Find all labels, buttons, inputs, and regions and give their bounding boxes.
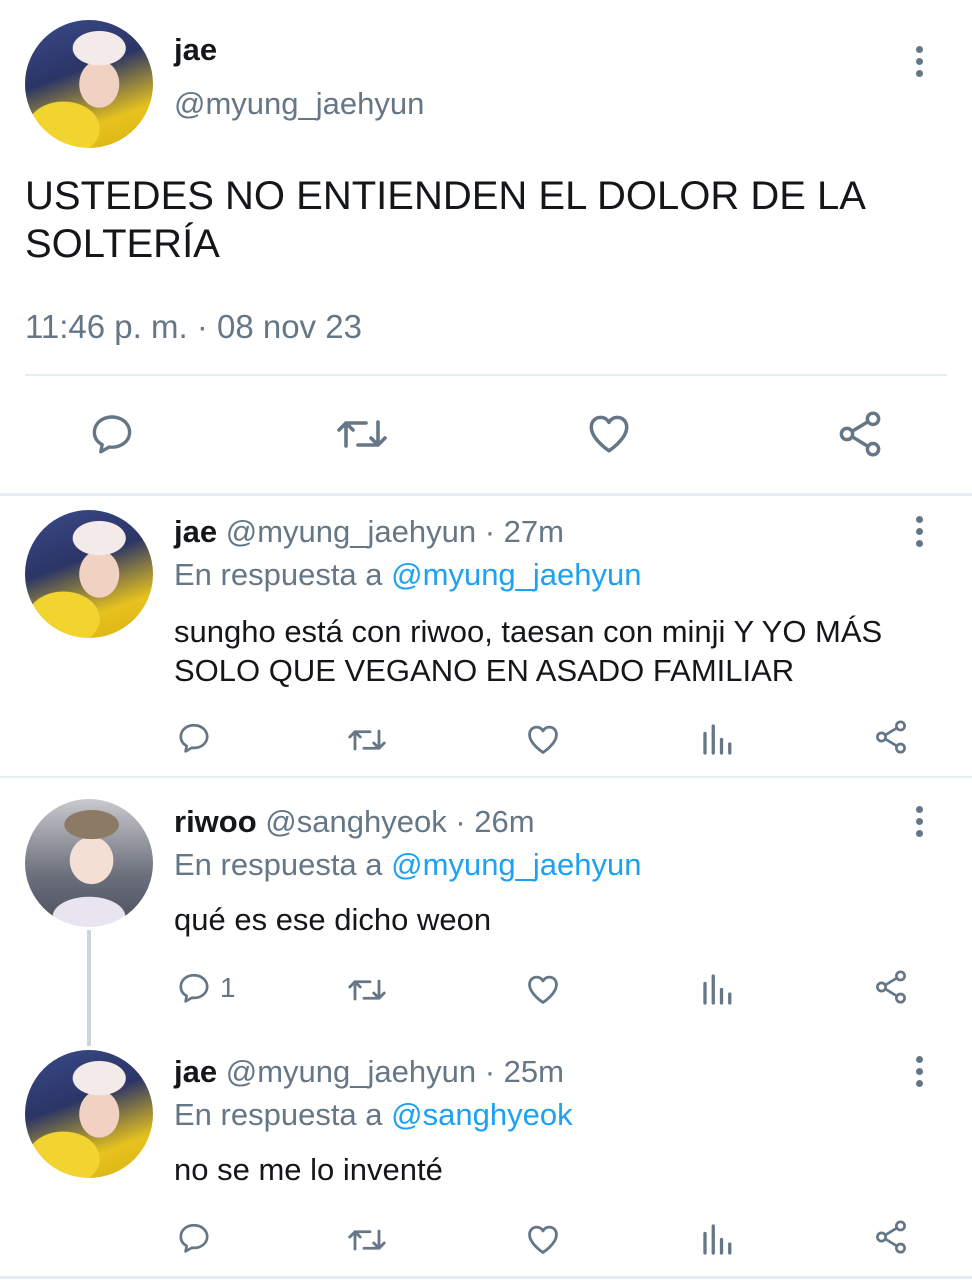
reply-icon[interactable] [176, 720, 212, 756]
like-icon[interactable] [584, 408, 634, 458]
views-icon[interactable] [700, 720, 734, 756]
share-icon[interactable] [872, 968, 910, 1006]
avatar[interactable] [25, 799, 153, 927]
divider [0, 776, 972, 778]
retweet-icon[interactable] [346, 722, 388, 758]
thread-line [87, 930, 91, 1046]
reply-header: jae @myung_jaehyun · 25m [174, 1054, 564, 1090]
views-icon[interactable] [700, 970, 734, 1006]
reply-icon[interactable] [88, 410, 136, 458]
retweet-icon[interactable] [346, 1222, 388, 1258]
divider [0, 1276, 972, 1279]
display-name[interactable]: jae [174, 32, 217, 68]
display-name[interactable]: jae [174, 514, 217, 549]
more-icon[interactable] [914, 46, 924, 82]
reply-prefix: En respuesta a [174, 557, 383, 592]
avatar[interactable] [25, 20, 153, 148]
reply-icon[interactable] [176, 970, 212, 1006]
reply-context: En respuesta a @myung_jaehyun [174, 557, 642, 593]
like-icon[interactable] [524, 970, 562, 1008]
retweet-icon[interactable] [334, 410, 390, 458]
views-icon[interactable] [700, 1220, 734, 1256]
share-icon[interactable] [872, 1218, 910, 1256]
divider [0, 493, 972, 496]
reply-text: qué es ese dicho weon [174, 902, 492, 937]
reply-prefix: En respuesta a [174, 1097, 383, 1132]
timestamp[interactable]: 11:46 p. m. · 08 nov 23 [25, 308, 362, 346]
like-icon[interactable] [524, 720, 562, 758]
reply-prefix: En respuesta a [174, 847, 383, 882]
meta[interactable]: @sanghyeok · 26m [265, 804, 534, 839]
avatar[interactable] [25, 1050, 153, 1178]
reply-context: En respuesta a @myung_jaehyun [174, 847, 642, 883]
reply-to-link[interactable]: @sanghyeok [391, 1097, 572, 1132]
tweet-text: USTEDES NO ENTIENDEN EL DOLOR DE LA SOLT… [25, 174, 864, 266]
share-icon[interactable] [872, 718, 910, 756]
display-name[interactable]: jae [174, 1054, 217, 1089]
reply-to-link[interactable]: @myung_jaehyun [391, 847, 641, 882]
reply-text: no se me lo inventé [174, 1152, 443, 1187]
share-icon[interactable] [834, 408, 886, 460]
retweet-icon[interactable] [346, 972, 388, 1008]
reply-to-link[interactable]: @myung_jaehyun [391, 557, 641, 592]
more-icon[interactable] [914, 1056, 924, 1092]
more-icon[interactable] [914, 806, 924, 842]
avatar[interactable] [25, 510, 153, 638]
meta[interactable]: @myung_jaehyun · 27m [226, 514, 564, 549]
more-icon[interactable] [914, 516, 924, 552]
like-icon[interactable] [524, 1220, 562, 1258]
meta[interactable]: @myung_jaehyun · 25m [226, 1054, 564, 1089]
reply-count: 1 [220, 972, 236, 1003]
display-name[interactable]: riwoo [174, 804, 257, 839]
reply-header: riwoo @sanghyeok · 26m [174, 804, 535, 840]
reply-text: sungho está con riwoo, taesan con minji … [174, 614, 883, 688]
divider [25, 374, 947, 376]
reply-header: jae @myung_jaehyun · 27m [174, 514, 564, 550]
reply-context: En respuesta a @sanghyeok [174, 1097, 573, 1133]
reply-icon[interactable] [176, 1220, 212, 1256]
handle[interactable]: @myung_jaehyun [174, 86, 424, 122]
